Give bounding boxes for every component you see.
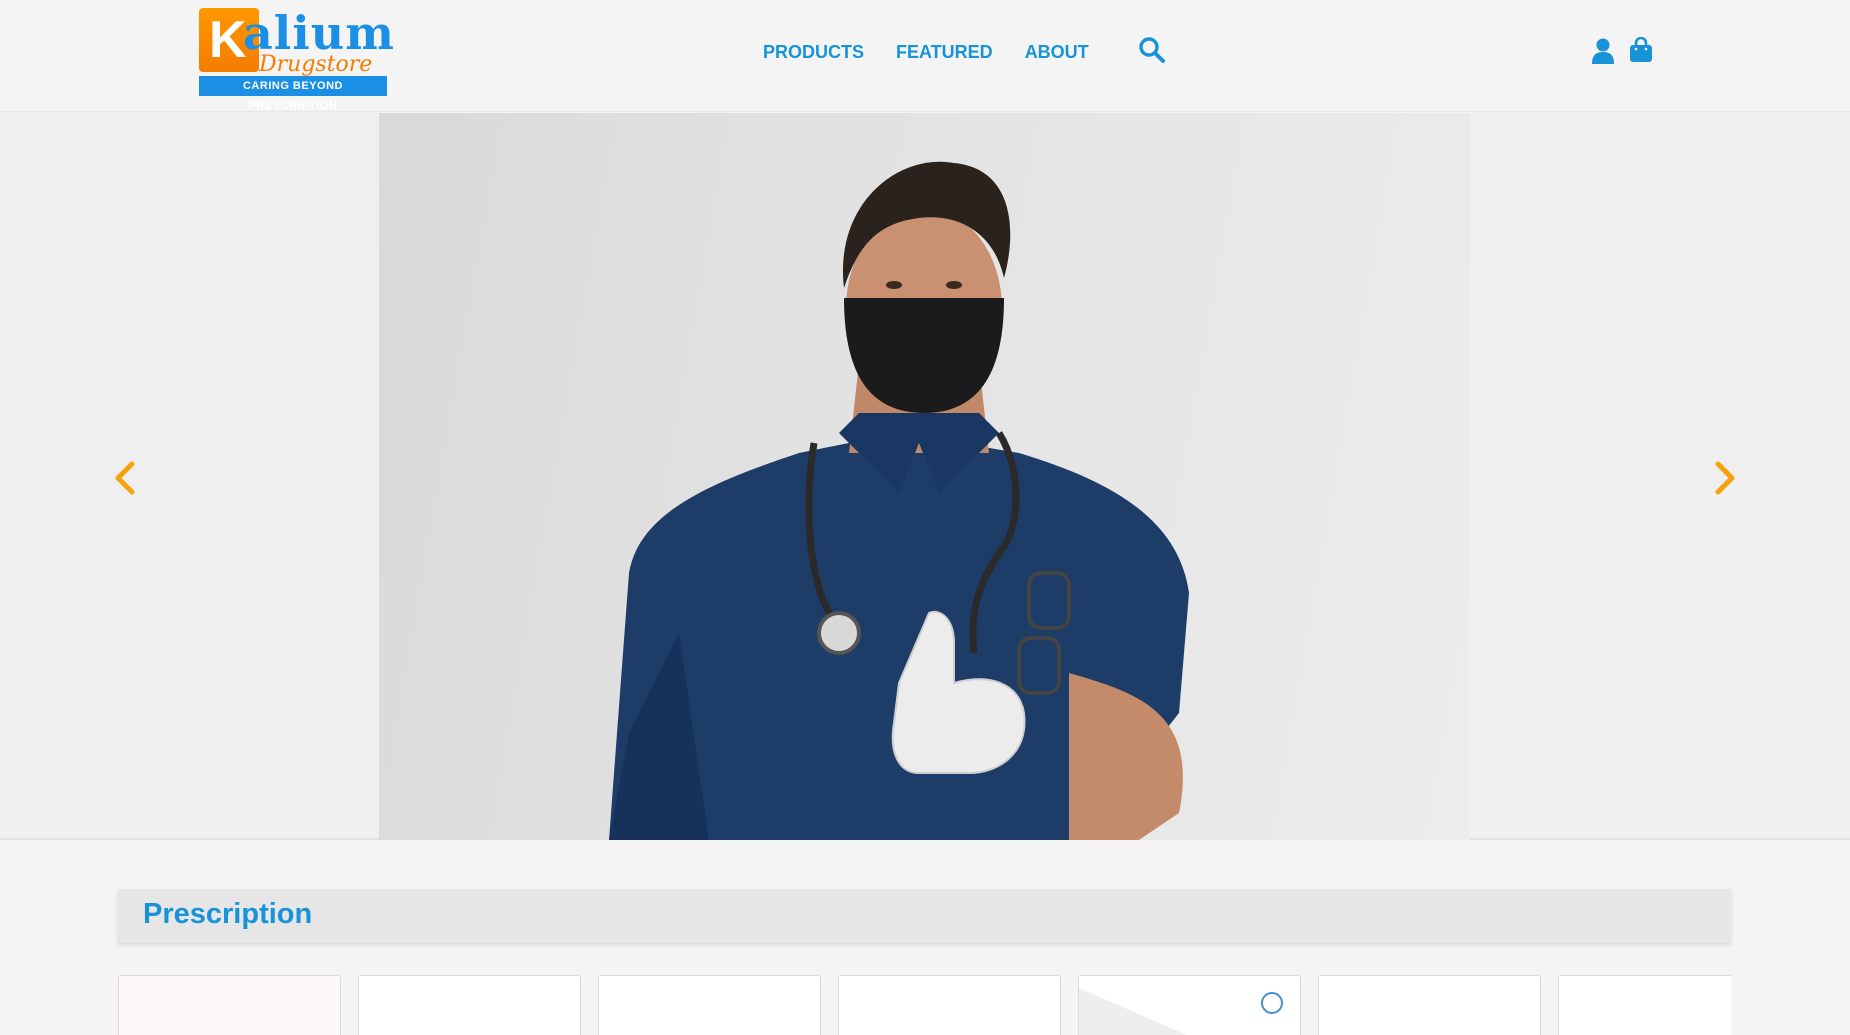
site-header: K alium Drugstore CARING BEYOND PRESCRIP… (0, 0, 1850, 112)
prescription-section-header: Prescription (118, 889, 1731, 943)
user-icon[interactable] (1592, 38, 1614, 64)
nav-about[interactable]: ABOUT (1025, 40, 1089, 64)
product-card[interactable] (838, 975, 1061, 1035)
product-thumbnail (1079, 988, 1283, 1035)
hero-doctor-image (379, 113, 1470, 840)
chevron-right-icon[interactable] (1710, 458, 1740, 498)
hero-slider (0, 113, 1850, 840)
product-card[interactable] (358, 975, 581, 1035)
nav-products[interactable]: PRODUCTS (763, 40, 864, 64)
logo-tagline: CARING BEYOND PRESCRIPTION (199, 76, 387, 112)
product-card[interactable] (1558, 975, 1731, 1035)
product-card[interactable] (1078, 975, 1301, 1035)
chevron-left-icon[interactable] (110, 458, 140, 498)
product-card[interactable] (1318, 975, 1541, 1035)
section-title: Prescription (143, 898, 313, 930)
kalium-logo[interactable]: K alium Drugstore CARING BEYOND PRESCRIP… (199, 6, 394, 112)
main-nav: PRODUCTS FEATURED ABOUT (763, 40, 1089, 64)
doctor-illustration (609, 161, 1189, 840)
product-card-row (118, 975, 1731, 1035)
nav-featured[interactable]: FEATURED (896, 40, 993, 64)
product-card[interactable] (598, 975, 821, 1035)
shopping-bag-icon[interactable] (1629, 37, 1653, 63)
product-card[interactable] (118, 975, 341, 1035)
search-icon[interactable] (1138, 36, 1166, 64)
logo-subtitle: Drugstore (259, 52, 373, 77)
